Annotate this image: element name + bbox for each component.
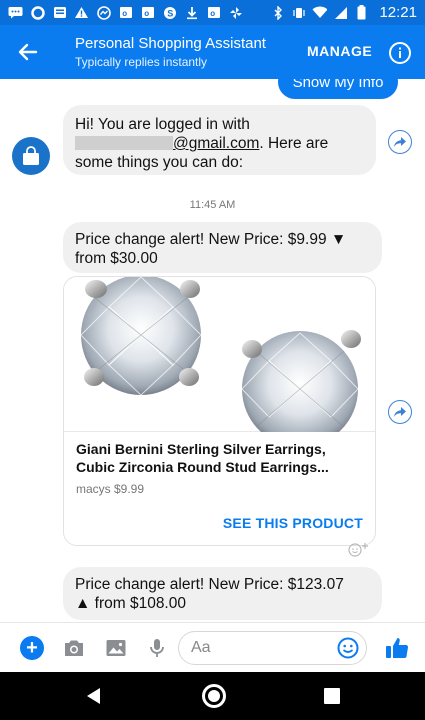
svg-text:S: S [167, 8, 173, 18]
messenger-icon [8, 6, 23, 20]
system-nav-bar [0, 672, 425, 720]
circle-icon [30, 5, 45, 20]
login-message: Hi! You are logged in with @gmail.com. H… [63, 105, 376, 175]
see-product-button[interactable]: SEE THIS PRODUCT [223, 515, 363, 531]
nav-back-icon[interactable] [84, 686, 104, 706]
bluetooth-icon [270, 5, 285, 20]
outlook-icon: o [206, 6, 221, 20]
redacted-text [75, 136, 173, 150]
manage-button[interactable]: MANAGE [307, 43, 372, 59]
message-input-placeholder: Aa [191, 639, 211, 656]
product-title: Giani Bernini Sterling Silver Earrings, … [76, 441, 329, 475]
svg-text:o: o [144, 9, 149, 18]
outgoing-message-text: Show My Info [292, 79, 384, 91]
share-button[interactable] [388, 130, 412, 154]
download-icon [184, 6, 199, 20]
nav-recents-icon[interactable] [324, 688, 340, 704]
gallery-icon[interactable] [104, 636, 128, 660]
shopping-bag-icon [23, 146, 39, 165]
warning-icon [74, 6, 89, 20]
share-arrow-icon [394, 407, 406, 417]
product-details[interactable]: Giani Bernini Sterling Silver Earrings, … [64, 432, 375, 496]
wifi-icon [312, 6, 328, 20]
page-title: Personal Shopping Assistant [75, 35, 266, 52]
microphone-icon[interactable] [145, 636, 169, 660]
earrings-image [80, 277, 361, 447]
add-reaction-icon[interactable] [348, 541, 368, 557]
product-image[interactable] [64, 277, 375, 447]
vibrate-icon [291, 6, 306, 20]
email-link[interactable]: @gmail.com [173, 135, 259, 152]
svg-text:o: o [210, 9, 215, 18]
svg-text:o: o [122, 9, 127, 18]
status-bar: o o S o 12:21 [0, 0, 425, 25]
news-icon [52, 6, 67, 20]
nav-home-icon[interactable] [202, 684, 226, 708]
info-icon[interactable] [388, 41, 412, 65]
avatar[interactable] [12, 137, 50, 175]
signal-icon [333, 6, 348, 20]
product-store-price: macys $9.99 [76, 482, 145, 496]
conversation-pane[interactable]: Show My Info Hi! You are logged in with … [0, 79, 425, 622]
outlook-icon: o [140, 6, 155, 20]
system-tray: 12:21 [270, 4, 417, 21]
message-timestamp: 11:45 AM [189, 199, 236, 211]
pinwheel-icon [228, 6, 243, 20]
camera-icon[interactable] [62, 636, 86, 660]
outgoing-message[interactable]: Show My Info [278, 79, 398, 99]
price-alert-message: Price change alert! New Price: $9.99 ▼ f… [63, 222, 382, 273]
skype-icon: S [162, 6, 177, 20]
page-subtitle: Typically replies instantly [75, 55, 208, 69]
plus-icon[interactable]: + [20, 636, 44, 660]
conversation-header[interactable]: Personal Shopping Assistant Typically re… [75, 35, 266, 69]
clock: 12:21 [379, 4, 417, 21]
message-composer: + Aa [0, 622, 425, 672]
thumbs-up-icon[interactable] [384, 635, 410, 661]
outlook-icon: o [118, 6, 133, 20]
notification-icons: o o S o [8, 5, 243, 20]
product-card[interactable]: Giani Bernini Sterling Silver Earrings, … [63, 276, 376, 546]
emoji-icon[interactable] [337, 637, 359, 659]
back-arrow-icon[interactable] [14, 38, 42, 66]
app-bar: Personal Shopping Assistant Typically re… [0, 25, 425, 79]
price-alert-message: Price change alert! New Price: $123.07 ▲… [63, 567, 382, 620]
messenger-icon [96, 5, 111, 20]
share-arrow-icon [394, 137, 406, 147]
battery-icon [354, 5, 369, 20]
share-button[interactable] [388, 400, 412, 424]
